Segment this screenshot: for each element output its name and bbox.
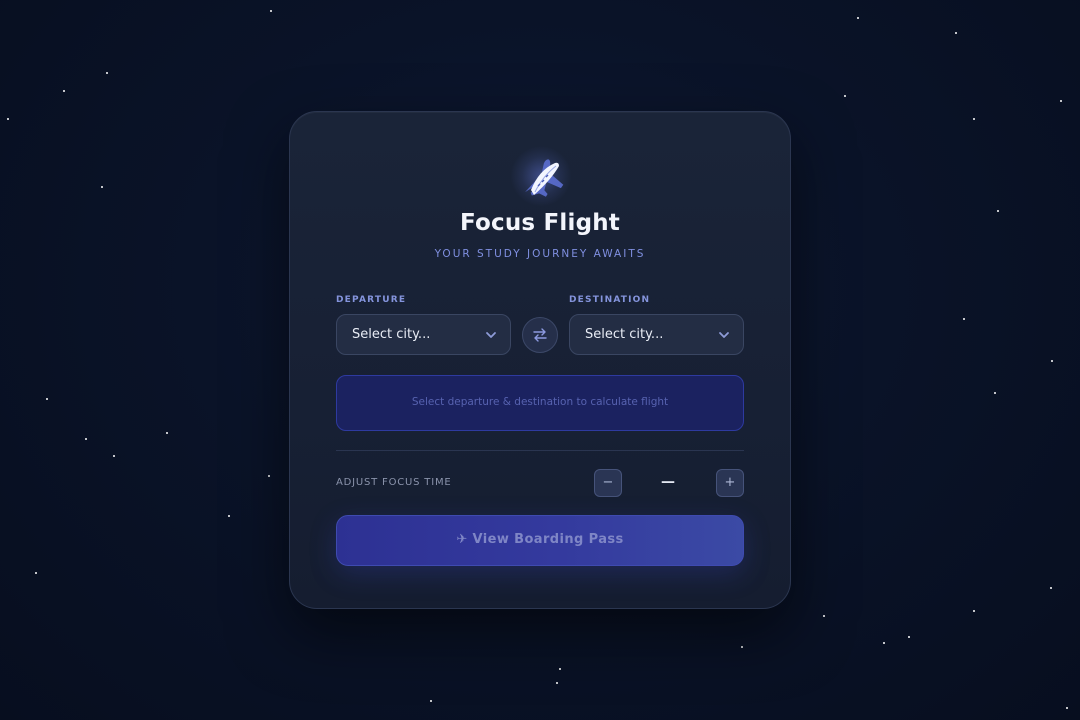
star	[994, 392, 996, 394]
departure-label: DEPARTURE	[336, 295, 407, 305]
page-subtitle: YOUR STUDY JOURNEY AWAITS	[434, 248, 646, 260]
divider	[336, 450, 744, 451]
view-boarding-pass-label: ✈ View Boarding Pass	[456, 532, 624, 547]
star	[997, 210, 999, 212]
star	[1050, 587, 1052, 589]
destination-label: DESTINATION	[569, 295, 651, 305]
star	[844, 95, 846, 97]
flight-card: Focus Flight YOUR STUDY JOURNEY AWAITS D…	[289, 111, 791, 609]
star	[113, 455, 115, 457]
destination-select[interactable]: Select city...	[569, 314, 744, 355]
airplane-icon	[525, 159, 564, 197]
star	[46, 398, 48, 400]
star	[1060, 100, 1062, 102]
focus-time-label: ADJUST FOCUS TIME	[336, 477, 452, 488]
star	[955, 32, 957, 34]
star	[430, 700, 432, 702]
decrease-time-button[interactable]: −	[594, 469, 622, 497]
chevron-down-icon	[719, 332, 729, 338]
page-title: Focus Flight	[460, 210, 620, 236]
star	[963, 318, 965, 320]
departure-value: Select city...	[352, 327, 431, 342]
star	[883, 642, 885, 644]
view-boarding-pass-button[interactable]: ✈ View Boarding Pass	[336, 515, 744, 566]
star	[741, 646, 743, 648]
star	[101, 186, 103, 188]
star	[268, 475, 270, 477]
departure-select[interactable]: Select city...	[336, 314, 511, 355]
star	[973, 610, 975, 612]
swap-button[interactable]	[522, 317, 558, 353]
star	[228, 515, 230, 517]
star	[1051, 360, 1053, 362]
star	[7, 118, 9, 120]
star	[270, 10, 272, 12]
star	[106, 72, 108, 74]
star	[908, 636, 910, 638]
star	[35, 572, 37, 574]
star	[556, 682, 558, 684]
destination-value: Select city...	[585, 327, 664, 342]
star	[857, 17, 859, 19]
chevron-down-icon	[486, 332, 496, 338]
star	[166, 432, 168, 434]
star	[1066, 707, 1068, 709]
flight-info-message: Select departure & destination to calcul…	[411, 396, 669, 408]
focus-time-value: —	[661, 474, 675, 490]
star	[85, 438, 87, 440]
increase-time-button[interactable]: +	[716, 469, 744, 497]
star	[63, 90, 65, 92]
star	[973, 118, 975, 120]
star	[559, 668, 561, 670]
star	[823, 615, 825, 617]
swap-arrows-icon	[533, 328, 547, 342]
flight-info-box: Select departure & destination to calcul…	[336, 375, 744, 431]
